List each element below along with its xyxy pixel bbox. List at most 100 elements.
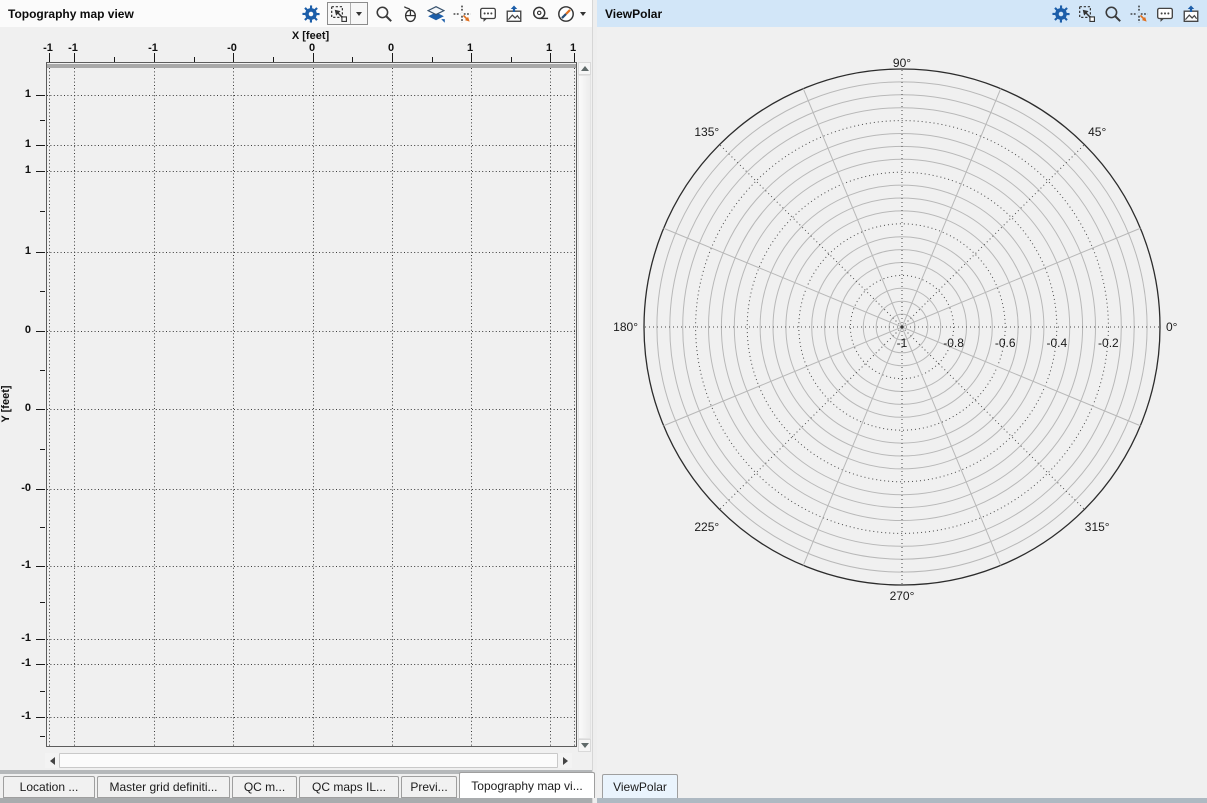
comment-icon: [479, 5, 497, 23]
viewpolar-pane: ViewPolar 0°45°90°135°180°225°270°315°-1…: [597, 0, 1207, 803]
y-minor-tick: [40, 291, 45, 292]
x-tick: [233, 53, 234, 62]
y-tick-label: -1: [2, 710, 31, 722]
y-tick-label: 1: [2, 164, 31, 176]
comments-button[interactable]: [478, 4, 498, 24]
tab-location[interactable]: Location ...: [3, 776, 95, 798]
y-tick: [36, 252, 45, 253]
track-cursor-button[interactable]: [1129, 4, 1149, 24]
comment-icon: [1156, 5, 1174, 23]
y-tick: [36, 664, 45, 665]
viewpolar-toolbar: [1051, 4, 1207, 24]
select-mode-dropdown[interactable]: [350, 3, 367, 24]
y-tick-label: -1: [2, 559, 31, 571]
tab-master-grid-definition[interactable]: Master grid definiti...: [97, 776, 230, 798]
polar-radial-label: -1: [897, 336, 908, 350]
y-tick-label: 1: [2, 245, 31, 257]
tab-qc-maps-il[interactable]: QC maps IL...: [299, 776, 399, 798]
scroll-right-button[interactable]: [558, 753, 572, 768]
topography-gridlines: [47, 63, 576, 746]
polar-radial-label: -0.6: [995, 336, 1016, 350]
x-tick: [550, 53, 551, 62]
compass-button[interactable]: [556, 4, 576, 24]
x-tick: [49, 53, 50, 62]
y-tick: [36, 717, 45, 718]
comments-button[interactable]: [1155, 4, 1175, 24]
zoom-button[interactable]: [374, 4, 394, 24]
polar-radial-label: -0.4: [1046, 336, 1067, 350]
crosshair-icon: [1130, 5, 1148, 23]
y-minor-tick: [40, 370, 45, 371]
y-tick: [36, 331, 45, 332]
gear-icon: [302, 5, 320, 23]
x-tick: [392, 53, 393, 62]
mouse-icon: [401, 5, 419, 23]
viewpolar-title: ViewPolar: [597, 7, 662, 21]
topography-toolbar: [301, 2, 592, 25]
y-minor-tick: [40, 211, 45, 212]
select-icon: [1078, 5, 1096, 23]
x-axis-title: X [feet]: [46, 30, 575, 42]
x-tick: [313, 53, 314, 62]
y-tick: [36, 639, 45, 640]
y-tick-label: -1: [2, 657, 31, 669]
polar-angle-label: 225°: [694, 520, 719, 534]
tab-preview[interactable]: Previ...: [401, 776, 457, 798]
y-tick: [36, 409, 45, 410]
y-minor-tick: [40, 602, 45, 603]
polar-radial-label: -0.8: [943, 336, 964, 350]
y-minor-tick: [40, 449, 45, 450]
x-tick: [471, 53, 472, 62]
horizontal-scrollbar-thumb[interactable]: [59, 753, 558, 768]
chevron-down-icon: [356, 12, 362, 16]
polar-plot-area[interactable]: 0°45°90°135°180°225°270°315°-1-0.8-0.6-0…: [597, 27, 1207, 770]
polar-angle-label: 270°: [890, 589, 915, 603]
tab-qc-m[interactable]: QC m...: [232, 776, 297, 798]
left-bottom-strip: [0, 798, 592, 803]
vertical-scrollbar[interactable]: [578, 75, 591, 739]
y-tick-label: -1: [2, 632, 31, 644]
measure-button[interactable]: [530, 4, 550, 24]
scroll-up-button[interactable]: [578, 62, 591, 75]
select-mode-button[interactable]: [1077, 4, 1097, 24]
tab-topography-map-view[interactable]: Topography map vi...: [459, 772, 595, 798]
y-tick-label: 1: [2, 88, 31, 100]
settings-button[interactable]: [1051, 4, 1071, 24]
x-tick: [74, 53, 75, 62]
measure-icon: [531, 5, 549, 23]
layers-button[interactable]: [426, 4, 446, 24]
export-image-button[interactable]: [1181, 4, 1201, 24]
right-bottom-strip: [597, 798, 1207, 803]
polar-angle-label: 0°: [1166, 320, 1178, 334]
scroll-left-button[interactable]: [45, 753, 59, 768]
compass-dropdown[interactable]: [580, 12, 586, 16]
gear-icon: [1052, 5, 1070, 23]
select-mode-button[interactable]: [327, 2, 368, 25]
polar-angle-label: 45°: [1088, 125, 1106, 139]
zoom-button[interactable]: [1103, 4, 1123, 24]
settings-button[interactable]: [301, 4, 321, 24]
track-cursor-button[interactable]: [452, 4, 472, 24]
right-arrow-icon: [563, 757, 568, 765]
down-arrow-icon: [581, 743, 589, 748]
layers-icon: [427, 5, 445, 23]
x-tick: [154, 53, 155, 62]
mouse-options-button[interactable]: [400, 4, 420, 24]
polar-radial-label: -0.2: [1098, 336, 1119, 350]
tab-viewpolar[interactable]: ViewPolar: [602, 774, 678, 798]
export-image-button[interactable]: [504, 4, 524, 24]
y-minor-tick: [40, 120, 45, 121]
y-tick-label: 0: [2, 324, 31, 336]
scroll-down-button[interactable]: [578, 739, 591, 752]
y-tick-label: 0: [2, 402, 31, 414]
crosshair-icon: [453, 5, 471, 23]
y-tick: [36, 145, 45, 146]
topography-plot-area[interactable]: [46, 62, 577, 747]
y-tick: [36, 171, 45, 172]
compass-icon: [557, 5, 575, 23]
magnifier-icon: [375, 5, 393, 23]
select-icon: [328, 3, 350, 24]
left-arrow-icon: [50, 757, 55, 765]
y-tick-label: -0: [2, 482, 31, 494]
topography-pane-header: Topography map view: [0, 0, 592, 27]
